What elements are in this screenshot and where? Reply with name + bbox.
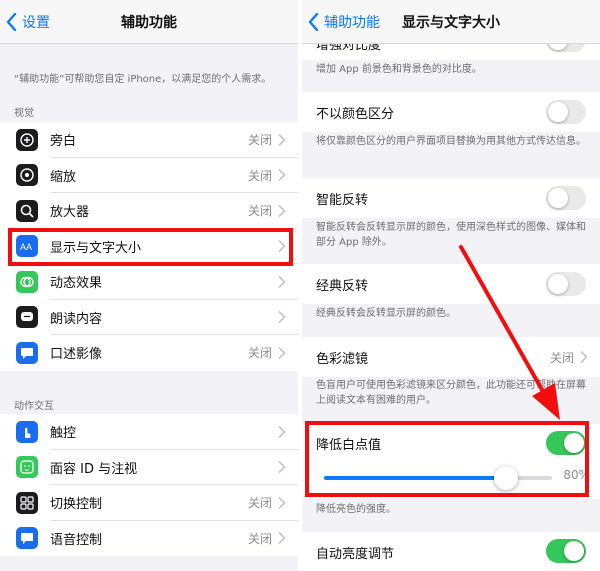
item-value: 关闭 — [247, 168, 272, 183]
sidebar-item-zoom[interactable]: 缩放 关闭 — [0, 158, 298, 193]
color-filters-label: 色彩滤镜 — [316, 351, 369, 367]
section-label-vision: 视觉 — [14, 108, 34, 119]
audio-description-icon — [16, 341, 38, 364]
accessibility-panel: 设置 辅助功能 “辅助功能”可帮助您自定 iPhone，以满足您的个人需求。 视… — [0, 0, 298, 571]
item-value: 关闭 — [247, 496, 272, 511]
classic-invert-description: 经典反转会反转显示屏的颜色。 — [316, 308, 456, 319]
classic-invert-row[interactable]: 经典反转 — [302, 264, 600, 304]
item-value: 关闭 — [247, 531, 272, 546]
smart-invert-description: 智能反转会反转显示屏的颜色，使用深色样式的图像、媒体和部分 App 除外。 — [316, 222, 586, 248]
intro-text: “辅助功能”可帮助您自定 iPhone，以满足您的个人需求。 — [14, 74, 272, 85]
magnifier-icon — [16, 199, 38, 222]
back-label: 辅助功能 — [324, 15, 380, 31]
sidebar-item-switch-control[interactable]: 切换控制 关闭 — [0, 485, 298, 521]
item-value: 关闭 — [247, 346, 272, 361]
switch-control-icon — [16, 491, 38, 514]
item-label: 动态效果 — [50, 276, 103, 292]
chevron-right-icon — [278, 133, 286, 146]
back-button-accessibility[interactable]: 辅助功能 — [308, 11, 380, 33]
item-label: 放大器 — [50, 205, 90, 221]
sidebar-item-touch[interactable]: 触控 — [0, 414, 298, 450]
auto-brightness-toggle[interactable] — [546, 539, 586, 563]
differentiate-description: 将仅靠颜色区分的用户界面项目替换为用其他方式传达信息。 — [316, 136, 586, 147]
item-label: 旁白 — [50, 134, 77, 150]
item-label: 面容 ID 与注视 — [50, 461, 138, 477]
reduce-white-point-description: 降低亮色的强度。 — [316, 504, 396, 515]
smart-invert-row[interactable]: 智能反转 — [302, 178, 600, 218]
differentiate-row[interactable]: 不以颜色区分 — [302, 92, 600, 132]
chevron-right-icon — [580, 351, 588, 363]
sidebar-item-spoken-content[interactable]: 朗读内容 — [0, 300, 298, 335]
zoom-icon — [16, 164, 38, 187]
auto-brightness-row[interactable]: 自动亮度调节 — [302, 532, 600, 571]
item-value: 关闭 — [247, 204, 272, 219]
sidebar-item-voice-control[interactable]: 语音控制 关闭 — [0, 521, 298, 557]
sidebar-item-motion[interactable]: 动态效果 — [0, 264, 298, 300]
chevron-right-icon — [278, 204, 286, 217]
interaction-group: 触控 面容 ID 与注视 切换控制 关闭 语音控制 关闭 — [0, 414, 298, 556]
item-label: 切换控制 — [50, 497, 103, 513]
smart-invert-toggle[interactable] — [546, 186, 586, 210]
chevron-right-icon — [278, 346, 286, 359]
chevron-left-icon — [308, 13, 319, 31]
chevron-right-icon — [278, 169, 286, 182]
color-filters-description: 色盲用户可使用色彩滤镜来区分颜色，此功能还可帮助在屏幕上阅读文本有困难的用户。 — [316, 380, 586, 406]
chevron-right-icon — [278, 311, 286, 324]
contrast-description: 增加 App 前景色和背景色的对比度。 — [316, 64, 482, 75]
spoken-content-icon — [16, 306, 38, 329]
highlight-box-display-text-size — [8, 228, 293, 266]
sidebar-item-audio-description[interactable]: 口述影像 关闭 — [0, 335, 298, 371]
voiceover-icon — [16, 128, 38, 151]
chevron-right-icon — [278, 461, 286, 474]
item-label: 朗读内容 — [50, 311, 103, 327]
face-id-icon — [16, 456, 38, 479]
classic-invert-toggle[interactable] — [546, 272, 586, 296]
nav-bar: 辅助功能 显示与文字大小 — [302, 0, 600, 44]
item-value: 关闭 — [247, 133, 272, 148]
section-label-interaction: 动作交互 — [14, 401, 54, 412]
item-label: 语音控制 — [50, 532, 103, 548]
sidebar-item-voiceover[interactable]: 旁白 关闭 — [0, 122, 298, 158]
touch-icon — [16, 420, 38, 443]
sidebar-item-magnifier[interactable]: 放大器 关闭 — [0, 193, 298, 229]
item-label: 缩放 — [50, 169, 77, 185]
display-text-size-panel: 增强对比度 辅助功能 显示与文字大小 增加 App 前景色和背景色的对比度。 不… — [302, 0, 600, 571]
item-label: 口述影像 — [50, 347, 103, 363]
chevron-right-icon — [278, 425, 286, 438]
voice-control-icon — [16, 527, 38, 550]
motion-icon — [16, 270, 38, 293]
chevron-right-icon — [278, 532, 286, 545]
chevron-right-icon — [278, 275, 286, 288]
nav-bar: 设置 辅助功能 — [0, 0, 298, 44]
sidebar-item-face-id[interactable]: 面容 ID 与注视 — [0, 450, 298, 485]
color-filters-row[interactable]: 色彩滤镜 关闭 — [302, 337, 600, 377]
page-title: 显示与文字大小 — [402, 15, 500, 31]
item-label: 触控 — [50, 426, 77, 442]
chevron-right-icon — [278, 496, 286, 509]
highlight-box-reduce-white-point — [305, 421, 589, 497]
page-title: 辅助功能 — [121, 15, 177, 31]
color-filters-value: 关闭 — [549, 350, 574, 365]
differentiate-toggle[interactable] — [546, 100, 586, 124]
